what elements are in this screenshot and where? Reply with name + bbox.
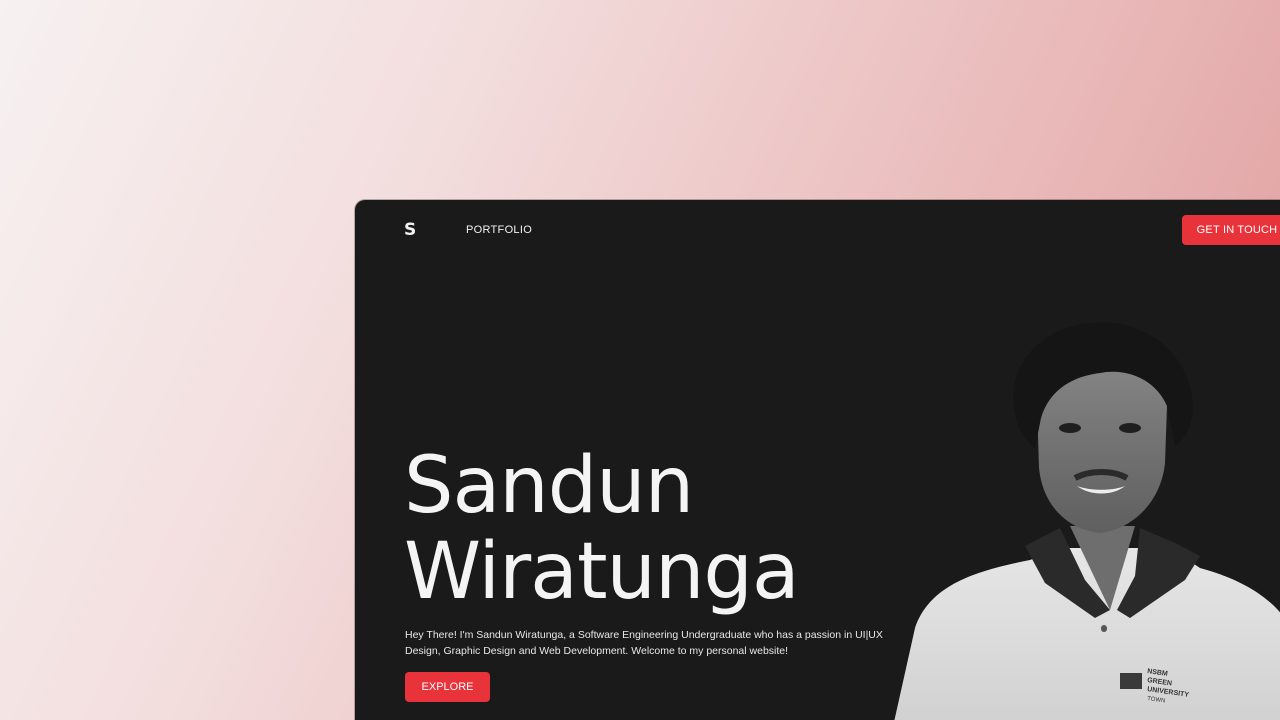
- hero-first-name: Sandun: [404, 441, 694, 531]
- explore-button[interactable]: EXPLORE: [405, 672, 490, 702]
- get-in-touch-button[interactable]: GET IN TOUCH: [1182, 215, 1280, 245]
- hero-title: Sandun Wiratunga: [404, 441, 800, 617]
- eye-left: [1059, 423, 1081, 433]
- shirt-button: [1101, 625, 1107, 632]
- eye-right: [1119, 423, 1141, 433]
- nav-portfolio-link[interactable]: PORTFOLIO: [466, 224, 532, 236]
- logo[interactable]: S: [404, 222, 416, 239]
- browser-window: S PORTFOLIO GET IN TOUCH Sandun Wiratung…: [355, 200, 1280, 720]
- hero-last-name: Wiratunga: [404, 527, 800, 617]
- hero-intro-text: Hey There! I'm Sandun Wiratunga, a Softw…: [405, 629, 883, 657]
- shirt-shape: [894, 548, 1280, 720]
- portrait-image: NSBM GREEN UNIVERSITY TOWN: [894, 322, 1280, 720]
